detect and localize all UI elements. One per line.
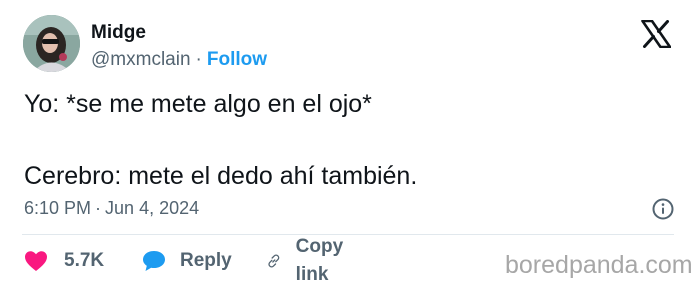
- tweet-line-1: Yo: *se me mete algo en el ojo*: [24, 90, 372, 118]
- tweet-text: Yo: *se me mete algo en el ojo* Cerebro:…: [24, 86, 674, 194]
- reply-label: Reply: [180, 250, 232, 271]
- like-button[interactable]: 5.7K: [24, 247, 104, 275]
- reply-button[interactable]: Reply: [142, 247, 232, 275]
- watermark: boredpanda.com: [505, 251, 693, 279]
- handle-separator: ·: [195, 49, 202, 70]
- speech-bubble-icon: [143, 251, 165, 271]
- x-logo-icon[interactable]: [641, 20, 671, 48]
- copy-link-button[interactable]: Copy link: [266, 236, 352, 285]
- like-count: 5.7K: [64, 250, 105, 271]
- tweet-time: 6:10 PM: [24, 198, 92, 218]
- avatar-image: [23, 15, 80, 72]
- tweet-line-2: Cerebro: mete el dedo ahí también.: [24, 162, 418, 190]
- heart-icon: [25, 251, 47, 271]
- follow-button[interactable]: Follow: [207, 49, 267, 70]
- author-display-name[interactable]: Midge: [91, 21, 146, 45]
- author-handle[interactable]: @mxmclain: [91, 49, 191, 70]
- link-icon: [268, 254, 280, 268]
- tweet-timestamp[interactable]: 6:10 PM · Jun 4, 2024: [24, 197, 199, 219]
- avatar[interactable]: [23, 15, 80, 72]
- author-handle-row: @mxmclain · Follow: [91, 48, 267, 72]
- info-icon[interactable]: [652, 198, 674, 220]
- tweet-date: Jun 4, 2024: [105, 198, 200, 218]
- timestamp-separator: ·: [95, 198, 102, 218]
- copy-link-label: Copy link: [295, 236, 344, 285]
